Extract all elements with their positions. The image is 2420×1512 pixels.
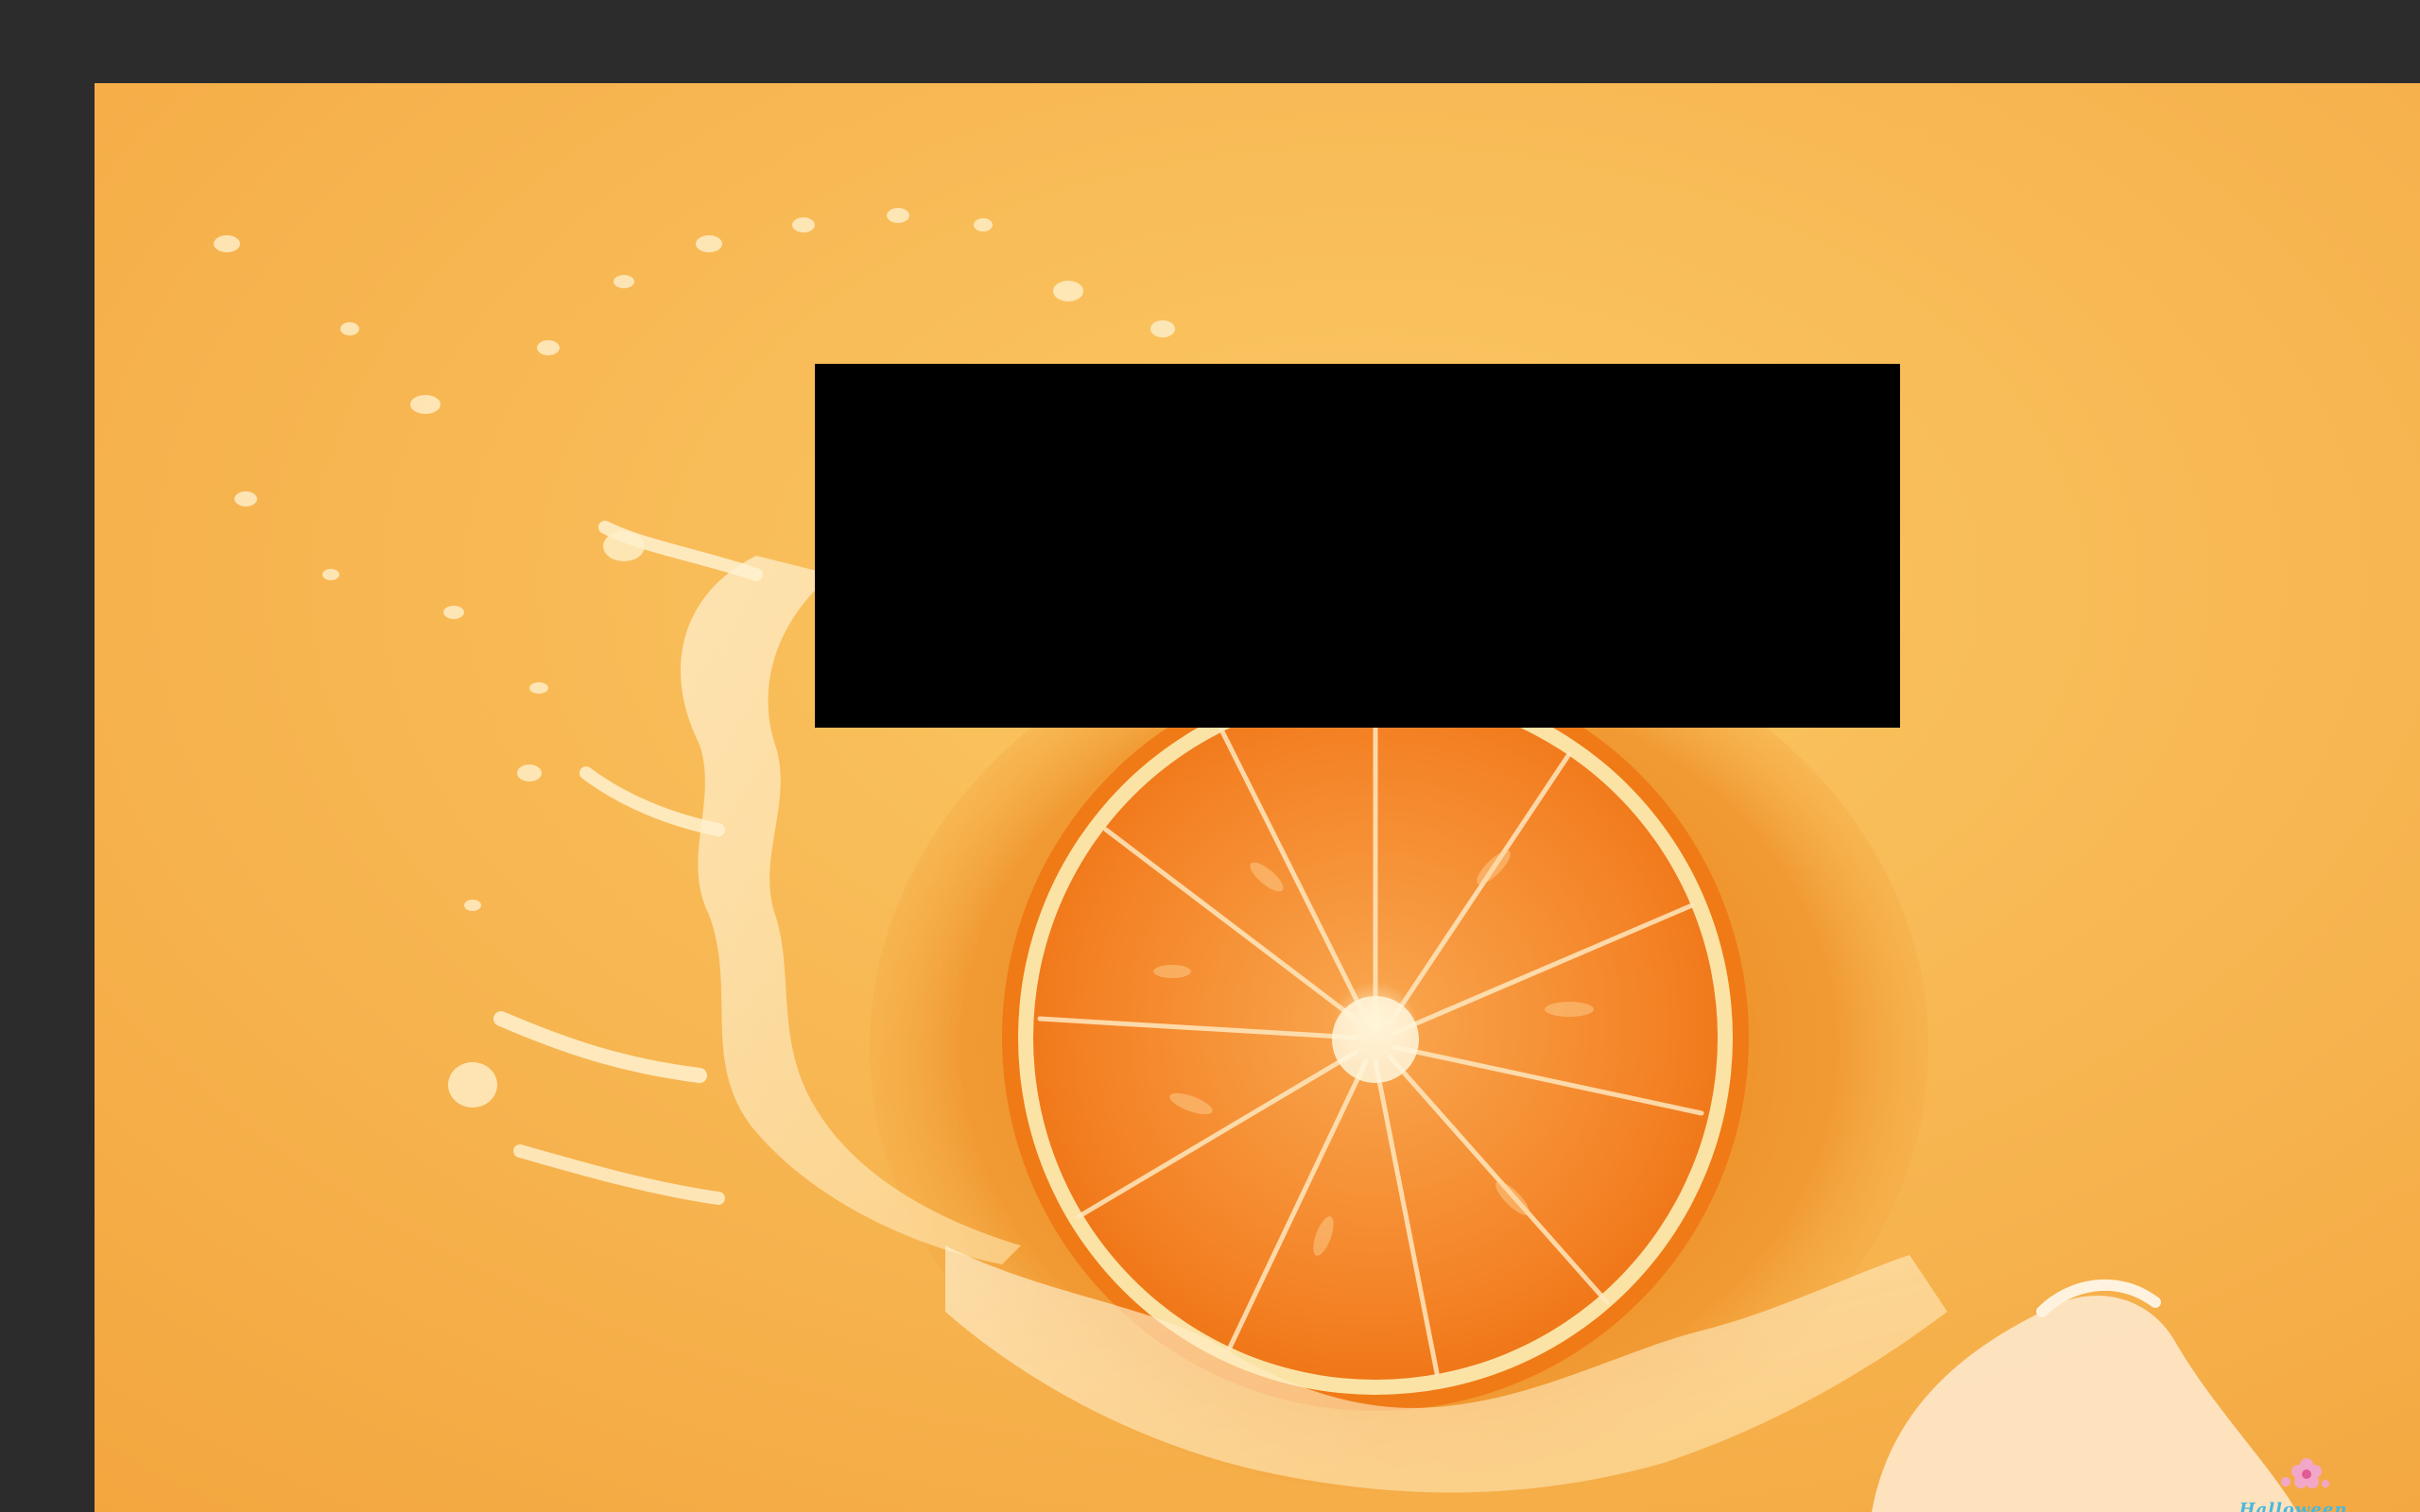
image-canvas: Halloween bbox=[95, 83, 2420, 1512]
watermark: Halloween bbox=[2227, 1446, 2360, 1512]
watermark-text: Halloween bbox=[2238, 1500, 2348, 1512]
image-viewer: Halloween bbox=[0, 0, 2420, 1512]
redaction-block bbox=[815, 364, 1900, 728]
orange-juice-photo bbox=[95, 83, 2420, 1512]
